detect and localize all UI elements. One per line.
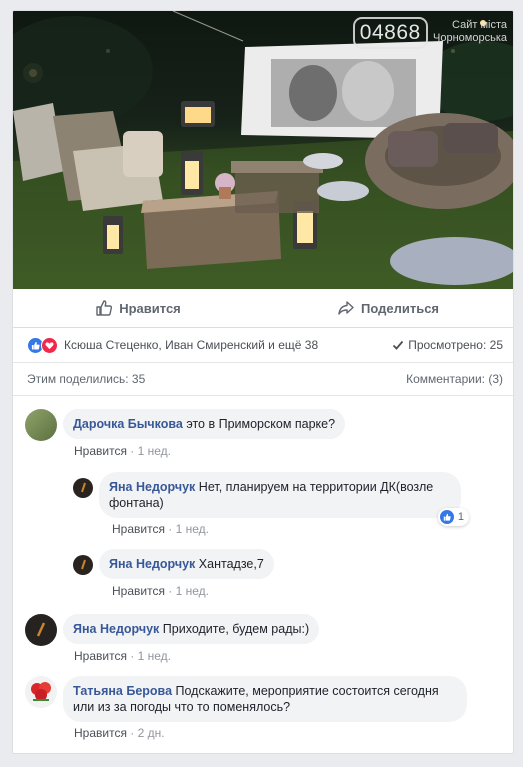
- comment-time[interactable]: · 1 нед.: [168, 584, 209, 598]
- comment-meta: Нравится · 2 дн.: [74, 726, 165, 740]
- love-reaction-icon: [41, 336, 58, 354]
- comment-item: Яна Недорчук Приходите, будем рады:): [25, 614, 320, 646]
- post-actions: Нравится Поделиться: [13, 289, 513, 328]
- comment-time[interactable]: · 1 нед.: [168, 522, 209, 536]
- comment-item: Дарочка Бычкова это в Приморском парке?: [25, 409, 346, 441]
- reaction-names[interactable]: Ксюша Стеценко, Иван Смиренский и ещё 38: [64, 338, 392, 352]
- comment-meta: Нравится · 1 нед.: [112, 584, 209, 598]
- outdoor-cinema-photo: [13, 11, 513, 289]
- shares-count[interactable]: Этим поделились: 35: [27, 372, 145, 386]
- shares-comments-row: Этим поделились: 35 Комментарии: (3): [13, 363, 513, 396]
- thumbs-up-icon: [96, 300, 113, 316]
- comment-author[interactable]: Дарочка Бычкова: [73, 417, 183, 431]
- comment-bubble: Яна Недорчук Нет, планируем на территори…: [99, 472, 469, 526]
- seen-label: Просмотрено: 25: [408, 338, 503, 352]
- like-reaction-icon: [439, 510, 454, 524]
- comment-time[interactable]: · 1 нед.: [130, 649, 171, 663]
- comment-like-link[interactable]: Нравится: [74, 649, 127, 663]
- reply-item: Яна Недорчук Нет, планируем на территори…: [73, 472, 469, 526]
- avatar[interactable]: [73, 555, 93, 575]
- watermark-line2: Чорноморська: [433, 32, 507, 44]
- comment-author[interactable]: Яна Недорчук: [73, 622, 159, 636]
- comment-meta: Нравится · 1 нед.: [112, 522, 209, 536]
- reaction-badge[interactable]: 1: [437, 508, 469, 526]
- comment-text: Хантадзе,7: [198, 557, 264, 571]
- comment-like-link[interactable]: Нравится: [112, 584, 165, 598]
- comment-bubble: Яна Недорчук Приходите, будем рады:): [63, 614, 320, 644]
- comment-time[interactable]: · 2 дн.: [130, 726, 164, 740]
- comment-like-link[interactable]: Нравится: [74, 444, 127, 458]
- like-button[interactable]: Нравится: [13, 289, 263, 327]
- post-photo[interactable]: 04868 Сайт міста Чорноморська: [13, 11, 513, 289]
- watermark-site: Сайт міста Чорноморська: [433, 19, 507, 45]
- like-label: Нравится: [119, 300, 181, 316]
- reactions-summary: Ксюша Стеценко, Иван Смиренский и ещё 38…: [13, 328, 513, 363]
- share-icon: [338, 301, 354, 315]
- comment-like-link[interactable]: Нравится: [74, 726, 127, 740]
- reaction-count: 1: [457, 511, 464, 523]
- reaction-icons[interactable]: [27, 336, 58, 354]
- comment-author[interactable]: Яна Недорчук: [109, 480, 195, 494]
- site-watermark: 04868 Сайт міста Чорноморська: [352, 17, 507, 49]
- comment-text: Приходите, будем рады:): [162, 622, 310, 636]
- avatar[interactable]: [25, 409, 57, 441]
- comment-meta: Нравится · 1 нед.: [74, 649, 171, 663]
- comment-meta: Нравится · 1 нед.: [74, 444, 171, 458]
- comment-bubble: Татьяна Берова Подскажите, мероприятие с…: [63, 676, 467, 722]
- comment-author[interactable]: Яна Недорчук: [109, 557, 195, 571]
- seen-count[interactable]: Просмотрено: 25: [392, 338, 503, 352]
- comment-author[interactable]: Татьяна Берова: [73, 684, 172, 698]
- comment-like-link[interactable]: Нравится: [112, 522, 165, 536]
- check-icon: [393, 340, 404, 350]
- comments-count[interactable]: Комментарии: (3): [406, 372, 503, 386]
- comment-text: это в Приморском парке?: [186, 417, 336, 431]
- avatar[interactable]: [73, 478, 93, 498]
- share-button[interactable]: Поделиться: [263, 289, 513, 327]
- comment-bubble: Яна Недорчук Хантадзе,7: [99, 549, 274, 579]
- reply-item: Яна Недорчук Хантадзе,7: [73, 549, 274, 579]
- avatar[interactable]: [25, 614, 57, 646]
- comment-item: Татьяна Берова Подскажите, мероприятие с…: [25, 676, 495, 722]
- comment-time[interactable]: · 1 нед.: [130, 444, 171, 458]
- share-label: Поделиться: [360, 300, 440, 316]
- post-card: 04868 Сайт міста Чорноморська Нравится П…: [12, 10, 514, 754]
- watermark-number: 04868: [352, 17, 428, 49]
- comment-bubble: Дарочка Бычкова это в Приморском парке?: [63, 409, 346, 439]
- avatar[interactable]: [25, 676, 57, 708]
- watermark-line1: Сайт міста: [452, 19, 507, 31]
